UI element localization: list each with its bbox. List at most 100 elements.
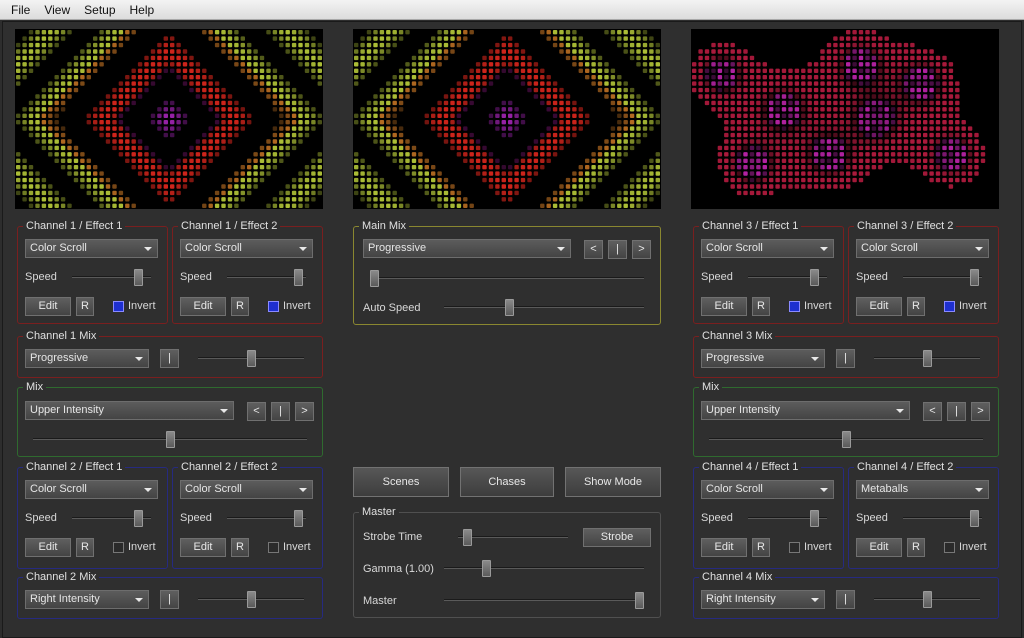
scenes-button[interactable]: Scenes xyxy=(353,467,449,497)
slider-thumb[interactable] xyxy=(294,269,303,286)
slider-thumb[interactable] xyxy=(635,592,644,609)
effect-select[interactable]: Color Scroll xyxy=(856,239,989,258)
channel-4-effect-1-group: Channel 4 / Effect 1 Color Scroll Speed … xyxy=(693,460,844,569)
edit-button[interactable]: Edit xyxy=(701,297,747,316)
mix-bar-button[interactable]: | xyxy=(836,349,855,368)
effect-select[interactable]: Color Scroll xyxy=(25,480,158,499)
mix-bar-button[interactable]: | xyxy=(160,590,179,609)
mix-mode-select[interactable]: Progressive xyxy=(701,349,825,368)
slider-thumb[interactable] xyxy=(463,529,472,546)
slider-thumb[interactable] xyxy=(294,510,303,527)
mix-next-button[interactable]: > xyxy=(295,402,314,421)
effect-select[interactable]: Color Scroll xyxy=(701,480,834,499)
effect-select[interactable]: Color Scroll xyxy=(180,239,313,258)
mix-mode-select[interactable]: Right Intensity xyxy=(25,590,149,609)
slider-thumb[interactable] xyxy=(134,510,143,527)
mix-bar-button[interactable]: | xyxy=(836,590,855,609)
mix-mode-select[interactable]: Upper Intensity xyxy=(701,401,910,420)
slider-thumb[interactable] xyxy=(923,350,932,367)
effect-select[interactable]: Color Scroll xyxy=(180,480,313,499)
mix-prev-button[interactable]: < xyxy=(247,402,266,421)
slider-thumb[interactable] xyxy=(247,591,256,608)
mix-prev-button[interactable]: < xyxy=(923,402,942,421)
channel-2-mix-group: Channel 2 Mix Right Intensity | xyxy=(17,570,323,619)
main-mix-mode-select[interactable]: Progressive xyxy=(363,239,571,258)
slider-thumb[interactable] xyxy=(505,299,514,316)
menu-file[interactable]: File xyxy=(4,3,37,17)
speed-slider[interactable] xyxy=(227,269,306,286)
edit-button[interactable]: Edit xyxy=(856,297,902,316)
reset-button[interactable]: R xyxy=(231,538,249,557)
menu-setup[interactable]: Setup xyxy=(77,3,122,17)
main-mix-bar-button[interactable]: | xyxy=(608,240,627,259)
effect-select[interactable]: Color Scroll xyxy=(25,239,158,258)
reset-button[interactable]: R xyxy=(752,538,770,557)
reset-button[interactable]: R xyxy=(231,297,249,316)
invert-checkbox[interactable] xyxy=(944,301,955,312)
invert-checkbox[interactable] xyxy=(944,542,955,553)
reset-button[interactable]: R xyxy=(76,297,94,316)
mix-slider[interactable] xyxy=(198,591,304,608)
mix-bar-button[interactable]: | xyxy=(271,402,290,421)
speed-slider[interactable] xyxy=(72,510,151,527)
speed-slider[interactable] xyxy=(903,510,982,527)
mix-slider[interactable] xyxy=(709,431,983,448)
slider-thumb[interactable] xyxy=(482,560,491,577)
slider-thumb[interactable] xyxy=(842,431,851,448)
slider-thumb[interactable] xyxy=(970,269,979,286)
invert-checkbox[interactable] xyxy=(113,542,124,553)
mix-mode-select[interactable]: Upper Intensity xyxy=(25,401,234,420)
auto-speed-slider[interactable] xyxy=(444,299,644,316)
invert-checkbox[interactable] xyxy=(789,301,800,312)
invert-checkbox[interactable] xyxy=(268,301,279,312)
edit-button[interactable]: Edit xyxy=(25,297,71,316)
reset-button[interactable]: R xyxy=(907,297,925,316)
speed-slider[interactable] xyxy=(903,269,982,286)
mix-slider[interactable] xyxy=(874,591,980,608)
show-mode-button[interactable]: Show Mode xyxy=(565,467,661,497)
slider-thumb[interactable] xyxy=(923,591,932,608)
slider-thumb[interactable] xyxy=(370,270,379,287)
mix-next-button[interactable]: > xyxy=(971,402,990,421)
edit-button[interactable]: Edit xyxy=(180,538,226,557)
mix-slider[interactable] xyxy=(198,350,304,367)
mix-mode-select[interactable]: Progressive xyxy=(25,349,149,368)
reset-button[interactable]: R xyxy=(907,538,925,557)
slider-thumb[interactable] xyxy=(810,510,819,527)
slider-thumb[interactable] xyxy=(166,431,175,448)
menu-help[interactable]: Help xyxy=(123,3,162,17)
speed-slider[interactable] xyxy=(748,510,827,527)
invert-checkbox[interactable] xyxy=(113,301,124,312)
mix-bar-button[interactable]: | xyxy=(947,402,966,421)
effect-select[interactable]: Color Scroll xyxy=(701,239,834,258)
reset-button[interactable]: R xyxy=(752,297,770,316)
mix-bar-button[interactable]: | xyxy=(160,349,179,368)
edit-button[interactable]: Edit xyxy=(701,538,747,557)
slider-thumb[interactable] xyxy=(970,510,979,527)
slider-thumb[interactable] xyxy=(247,350,256,367)
master-slider[interactable] xyxy=(444,592,644,609)
gamma-slider[interactable] xyxy=(444,560,644,577)
strobe-button[interactable]: Strobe xyxy=(583,528,651,547)
mix-slider[interactable] xyxy=(33,431,307,448)
main-mix-prev-button[interactable]: < xyxy=(584,240,603,259)
effect-select[interactable]: Metaballs xyxy=(856,480,989,499)
menu-view[interactable]: View xyxy=(37,3,77,17)
main-mix-slider[interactable] xyxy=(370,270,644,287)
speed-slider[interactable] xyxy=(748,269,827,286)
speed-slider[interactable] xyxy=(72,269,151,286)
mix-mode-select[interactable]: Right Intensity xyxy=(701,590,825,609)
reset-button[interactable]: R xyxy=(76,538,94,557)
slider-thumb[interactable] xyxy=(134,269,143,286)
edit-button[interactable]: Edit xyxy=(25,538,71,557)
chases-button[interactable]: Chases xyxy=(460,467,554,497)
invert-checkbox[interactable] xyxy=(268,542,279,553)
invert-checkbox[interactable] xyxy=(789,542,800,553)
slider-thumb[interactable] xyxy=(810,269,819,286)
speed-slider[interactable] xyxy=(227,510,306,527)
edit-button[interactable]: Edit xyxy=(856,538,902,557)
mix-slider[interactable] xyxy=(874,350,980,367)
main-mix-next-button[interactable]: > xyxy=(632,240,651,259)
strobe-time-slider[interactable] xyxy=(458,529,568,546)
edit-button[interactable]: Edit xyxy=(180,297,226,316)
